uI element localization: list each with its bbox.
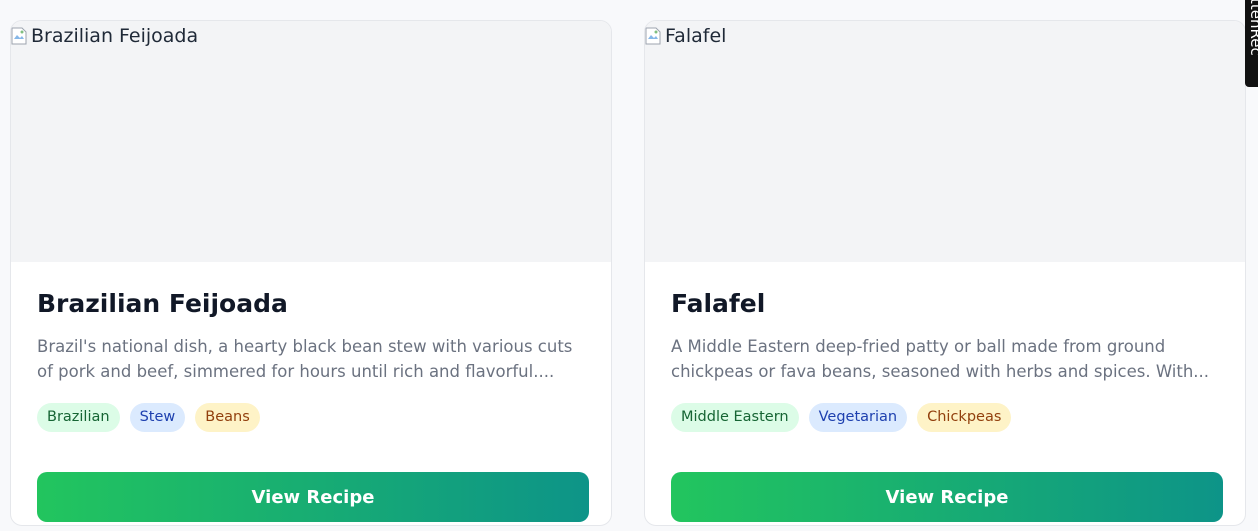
recipe-description: A Middle Eastern deep-fried patty or bal… xyxy=(671,334,1220,384)
tag-beans: Beans xyxy=(195,403,260,432)
side-tab[interactable]: ttenRec xyxy=(1245,0,1258,87)
description-line: of pork and beef, simmered for hours unt… xyxy=(37,362,555,381)
view-recipe-button[interactable]: View Recipe xyxy=(37,472,589,522)
recipe-image: Brazilian Feijoada xyxy=(11,21,611,262)
description-line: Brazil's national dish, a hearty black b… xyxy=(37,337,573,356)
recipe-description: Brazil's national dish, a hearty black b… xyxy=(37,334,586,384)
tag-vegetarian: Vegetarian xyxy=(808,403,908,432)
tag-brazilian: Brazilian xyxy=(37,403,120,432)
tag-list: Middle Eastern Vegetarian Chickpeas xyxy=(671,403,1012,432)
broken-image-icon xyxy=(11,27,27,45)
recipe-image: Falafel xyxy=(645,21,1245,262)
recipe-card: Falafel Falafel A Middle Eastern deep-fr… xyxy=(644,20,1246,526)
recipe-title: Falafel xyxy=(671,289,766,318)
view-recipe-button[interactable]: View Recipe xyxy=(671,472,1223,522)
tag-middle-eastern: Middle Eastern xyxy=(671,403,799,432)
tag-chickpeas: Chickpeas xyxy=(917,403,1012,432)
description-line: A Middle Eastern deep-fried patty or bal… xyxy=(671,337,1166,356)
image-alt-text: Brazilian Feijoada xyxy=(31,25,199,47)
image-alt-text: Falafel xyxy=(665,25,727,47)
tag-list: Brazilian Stew Beans xyxy=(37,403,260,432)
recipe-card: Brazilian Feijoada Brazilian Feijoada Br… xyxy=(10,20,612,526)
recipe-title: Brazilian Feijoada xyxy=(37,289,288,318)
description-line: chickpeas or fava beans, seasoned with h… xyxy=(671,362,1210,381)
side-tab-label: ttenRec xyxy=(1247,0,1258,56)
tag-stew: Stew xyxy=(129,403,186,432)
broken-image-icon xyxy=(645,27,661,45)
